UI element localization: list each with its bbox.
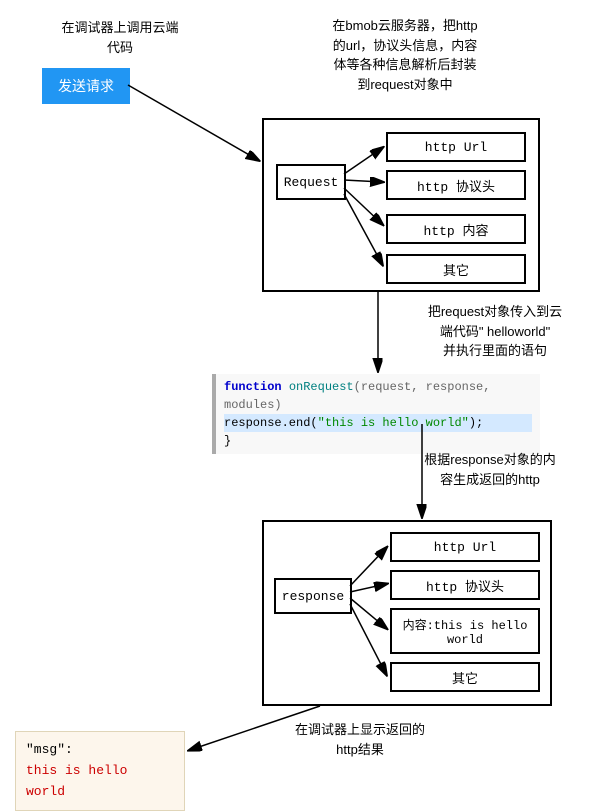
code-line-2: response.end("this is hello world"); [224,414,532,432]
send-request-button[interactable]: 发送请求 [42,68,130,104]
result-key: "msg": [26,740,174,761]
caption-display-result: 在调试器上显示返回的http结果 [260,720,460,759]
response-item-body: 内容:this is helloworld [390,608,540,654]
code-line-1: function onRequest(request, response, mo… [224,378,532,414]
request-item-url: http Url [386,132,526,162]
request-item-header: http 协议头 [386,170,526,200]
caption-debugger-call: 在调试器上调用云端代码 [40,18,200,57]
caption-bmob-parse: 在bmob云服务器，把http的url，协议头信息，内容体等各种信息解析后封装到… [300,16,510,94]
code-line-3: } [224,432,532,450]
caption-generate-response: 根据response对象的内容生成返回的http [390,450,590,489]
code-snippet: function onRequest(request, response, mo… [212,374,540,454]
request-item-other: 其它 [386,254,526,284]
response-label-box: response [274,578,352,614]
caption-pass-request: 把request对象传入到云端代码" helloworld"并执行里面的语句 [395,302,595,361]
response-container: response http Url http 协议头 内容:this is he… [262,520,552,706]
response-item-other: 其它 [390,662,540,692]
result-value: this is hello world [26,761,174,803]
response-item-header: http 协议头 [390,570,540,600]
request-label-box: Request [276,164,346,200]
request-container: Request http Url http 协议头 http 内容 其它 [262,118,540,292]
response-item-url: http Url [390,532,540,562]
request-item-body: http 内容 [386,214,526,244]
result-display: "msg": this is hello world [15,731,185,811]
